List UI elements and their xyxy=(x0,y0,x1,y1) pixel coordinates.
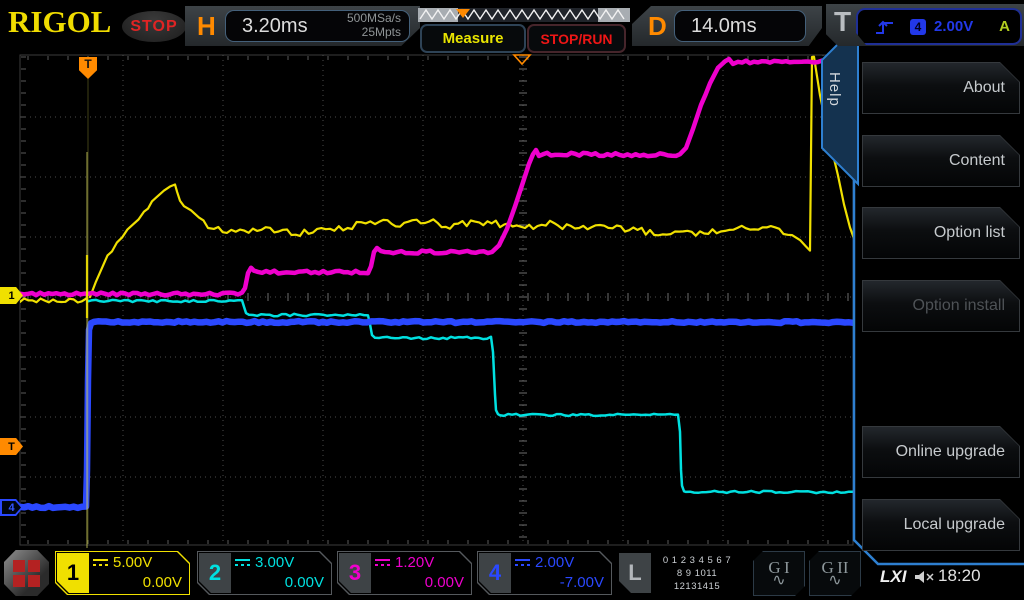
menu-item-label: Content xyxy=(948,152,1005,169)
stop-run-button[interactable]: STOP/RUN xyxy=(527,24,626,53)
channel-offset: 0.00V xyxy=(424,574,464,591)
clock: 18:20 xyxy=(938,566,981,585)
timebase-value: 3.20ms xyxy=(242,14,308,37)
lxi-logo: LXI xyxy=(880,567,907,586)
menu-tab-help[interactable]: Help xyxy=(826,72,843,107)
channel-offset: 0.00V xyxy=(142,574,182,591)
generator-1-badge[interactable]: G I ∿ xyxy=(753,551,805,596)
menu-item-content[interactable]: Content xyxy=(862,135,1020,187)
run-state-badge: STOP xyxy=(122,11,186,42)
delay-panel[interactable]: D 14.0ms xyxy=(632,6,822,46)
horizontal-label: H xyxy=(197,11,216,41)
horizontal-panel[interactable]: H 3.20ms 500MSa/s 25Mpts xyxy=(185,6,420,46)
coupling-dc-icon xyxy=(515,559,530,567)
sine-icon: ∿ xyxy=(828,571,842,589)
oscilloscope-screen: T 1 T 4 Help About Content Option list O… xyxy=(0,0,1024,600)
trigger-source-badge: 4 xyxy=(910,19,926,35)
logic-row-1: 0 1 2 3 4 5 6 7 xyxy=(662,554,732,566)
channel-scale: 3.00V xyxy=(255,554,295,571)
memory-depth: 25Mpts xyxy=(361,25,401,39)
menu-item-label: Option list xyxy=(933,224,1005,241)
rigol-logo: RIGOL xyxy=(8,4,112,39)
channel-2-badge[interactable]: 2 3.00V 0.00V xyxy=(197,551,332,595)
speaker-muted-icon xyxy=(915,571,934,583)
channel-3-badge[interactable]: 3 1.20V 0.00V xyxy=(337,551,472,595)
menu-item-online-upgrade[interactable]: Online upgrade xyxy=(862,426,1020,478)
memory-position-bar[interactable] xyxy=(418,7,630,23)
trigger-mode: A xyxy=(999,18,1010,35)
menu-item-label: About xyxy=(963,79,1005,96)
channel-scale: 5.00V xyxy=(113,554,153,571)
channel-scale: 2.00V xyxy=(535,554,575,571)
trigger-label: T xyxy=(834,6,852,37)
menu-item-label: Option install xyxy=(912,297,1005,314)
delay-value: 14.0ms xyxy=(691,14,757,37)
trigger-level-value: 2.00V xyxy=(934,18,974,35)
menu-item-label: Online upgrade xyxy=(895,443,1005,460)
sample-rate: 500MSa/s xyxy=(346,11,401,26)
generator-2-badge[interactable]: G II ∿ xyxy=(809,551,861,596)
sine-icon: ∿ xyxy=(772,571,786,589)
delay-label: D xyxy=(648,11,667,41)
navigation-menu-icon[interactable] xyxy=(4,550,49,596)
channel-1-badge[interactable]: 1 5.00V 0.00V xyxy=(55,551,190,595)
menu-item-about[interactable]: About xyxy=(862,62,1020,114)
channel-scale: 1.20V xyxy=(395,554,435,571)
trigger-slope-icon xyxy=(874,17,896,37)
coupling-dc-icon xyxy=(375,559,390,567)
coupling-dc-icon xyxy=(93,559,108,567)
menu-item-option-install: Option install xyxy=(862,280,1020,332)
logic-channels-badge[interactable]: L 0 1 2 3 4 5 6 7 8 9 1011 12131415 xyxy=(617,551,745,595)
channel-offset: -7.00V xyxy=(559,574,604,591)
coupling-dc-icon xyxy=(235,559,250,567)
menu-item-option-list[interactable]: Option list xyxy=(862,207,1020,259)
logic-row-2: 8 9 1011 12131415 xyxy=(673,567,721,592)
menu-item-label: Local upgrade xyxy=(903,516,1005,533)
channel-offset: 0.00V xyxy=(284,574,324,591)
measure-button[interactable]: Measure xyxy=(420,24,526,53)
trigger-panel[interactable]: 4 2.00V A xyxy=(856,8,1022,45)
channel-4-badge[interactable]: 4 2.00V -7.00V xyxy=(477,551,612,595)
menu-item-local-upgrade[interactable]: Local upgrade xyxy=(862,499,1020,551)
